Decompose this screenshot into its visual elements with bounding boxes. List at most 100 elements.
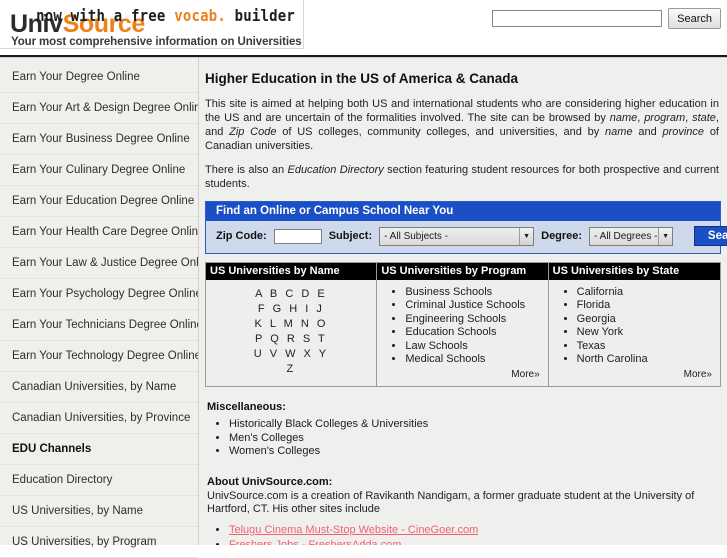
intro-paragraph-1: This site is aimed at helping both US an… xyxy=(205,97,719,153)
intro-emphasis-name: name xyxy=(609,112,638,124)
sidebar-item-law-justice[interactable]: Earn Your Law & Justice Degree Online xyxy=(0,248,198,279)
list-item[interactable]: Criminal Justice Schools xyxy=(405,299,541,312)
sidebar-heading-edu-channels: EDU Channels xyxy=(0,434,198,465)
column-by-program-body: Business Schools Criminal Justice School… xyxy=(377,280,547,386)
alphabet-row[interactable]: Z xyxy=(212,362,370,377)
list-item[interactable]: New York xyxy=(577,326,714,339)
column-by-program-heading: US Universities by Program xyxy=(377,263,548,280)
promo-text-after: builder xyxy=(225,7,295,26)
intro-emphasis-program: program xyxy=(644,112,686,124)
list-item[interactable]: North Carolina xyxy=(577,353,714,366)
column-by-program: US Universities by Program Business Scho… xyxy=(377,263,549,386)
about-title: About UnivSource.com: xyxy=(207,475,333,488)
intro-emphasis-name-2: name xyxy=(605,126,633,138)
about-links-list: Telugu Cinema Must-Stop Website - CineGo… xyxy=(205,523,721,545)
chevron-down-icon: ▼ xyxy=(658,227,673,245)
search-button[interactable]: Search xyxy=(668,8,721,29)
column-by-state-heading: US Universities by State xyxy=(548,263,720,280)
promo-text-accent: vocab. xyxy=(174,7,226,26)
degree-label: Degree: xyxy=(541,230,583,242)
more-states-link[interactable]: More» xyxy=(684,369,712,380)
sidebar-item-technicians[interactable]: Earn Your Technicians Degree Online xyxy=(0,310,198,341)
list-item[interactable]: California xyxy=(577,286,714,299)
header-search-form: Search xyxy=(492,8,721,29)
sidebar-navigation: Earn Your Degree Online Earn Your Art & … xyxy=(0,58,199,558)
list-item: Telugu Cinema Must-Stop Website - CineGo… xyxy=(229,523,721,537)
search-input[interactable] xyxy=(492,10,663,27)
list-item[interactable]: Georgia xyxy=(577,313,714,326)
miscellaneous-list: Historically Black Colleges & Universiti… xyxy=(205,418,721,459)
sidebar-item-art-design[interactable]: Earn Your Art & Design Degree Online xyxy=(0,93,198,124)
page-layout: Earn Your Degree Online Earn Your Art & … xyxy=(0,58,727,558)
zip-code-input[interactable] xyxy=(273,228,322,244)
list-item[interactable]: Florida xyxy=(577,299,714,312)
sidebar-item-business[interactable]: Earn Your Business Degree Online xyxy=(0,124,198,155)
finder-search-button[interactable]: Search xyxy=(694,226,727,246)
list-item[interactable]: Engineering Schools xyxy=(405,313,541,326)
list-item[interactable]: Medical Schools xyxy=(405,353,541,366)
list-item[interactable]: Women's Colleges xyxy=(229,445,721,459)
logo-banner[interactable]: UnivSource Your most comprehensive infor… xyxy=(0,0,304,49)
list-item[interactable]: Business Schools xyxy=(405,286,541,299)
column-by-state-body: California Florida Georgia New York Texa… xyxy=(549,280,720,386)
page-header: UnivSource Your most comprehensive infor… xyxy=(0,0,727,58)
promo-text-before: now with a free xyxy=(36,7,175,26)
intro-emphasis-province: province xyxy=(662,126,705,138)
intro-emphasis-state: state xyxy=(692,112,716,124)
alphabet-row[interactable]: P Q R S T xyxy=(212,332,370,347)
sidebar-item-us-by-program[interactable]: US Universities, by Program xyxy=(0,527,198,558)
page-title: Higher Education in the US of America & … xyxy=(205,71,519,86)
sidebar-item-psychology[interactable]: Earn Your Psychology Degree Online xyxy=(0,279,198,310)
vocab-builder-promo[interactable]: now with a free vocab. builder xyxy=(36,7,295,25)
zip-code-label: Zip Code: xyxy=(216,230,267,242)
finder-form-row: Zip Code: Subject: - All Subjects - ▼ De… xyxy=(206,221,727,253)
list-item[interactable]: Men's Colleges xyxy=(229,432,721,446)
sidebar-item-education-directory[interactable]: Education Directory xyxy=(0,465,198,496)
header-divider xyxy=(0,55,727,58)
column-by-name-heading: US Universities by Name xyxy=(206,263,377,280)
list-item: Freshers Jobs - FreshersAdda.com xyxy=(229,538,721,545)
degree-select-value: - All Degrees - xyxy=(590,227,659,245)
sidebar-item-education[interactable]: Earn Your Education Degree Online xyxy=(0,186,198,217)
sidebar-item-culinary[interactable]: Earn Your Culinary Degree Online xyxy=(0,155,198,186)
external-link-cinegoer[interactable]: Telugu Cinema Must-Stop Website - CineGo… xyxy=(229,524,478,536)
degree-select[interactable]: - All Degrees - ▼ xyxy=(589,226,674,246)
alphabet-row[interactable]: A B C D E xyxy=(212,287,370,302)
alphabet-row[interactable]: F G H I J xyxy=(212,302,370,317)
more-programs-link[interactable]: More» xyxy=(511,369,539,380)
subject-select-value: - All Subjects - xyxy=(380,227,520,245)
sidebar-item-canadian-by-province[interactable]: Canadian Universities, by Province xyxy=(0,403,198,434)
external-link-freshersadda[interactable]: Freshers Jobs - FreshersAdda.com xyxy=(229,539,401,545)
finder-panel-title: Find an Online or Campus School Near You xyxy=(206,202,720,221)
sidebar-item-degree-online[interactable]: Earn Your Degree Online xyxy=(0,62,198,93)
sidebar-item-technology[interactable]: Earn Your Technology Degree Online xyxy=(0,341,198,372)
alphabet-index: A B C D E F G H I J K L M N O P Q R S T … xyxy=(212,287,370,377)
list-item[interactable]: Education Schools xyxy=(405,326,541,339)
column-by-state: US Universities by State California Flor… xyxy=(548,263,720,386)
intro-emphasis-zipcode: Zip Code xyxy=(229,126,277,138)
intro-text-6: and xyxy=(632,126,663,138)
chevron-down-icon: ▼ xyxy=(519,227,534,245)
school-finder-panel: Find an Online or Campus School Near You… xyxy=(205,201,727,254)
column-by-name: US Universities by Name A B C D E F G H … xyxy=(206,263,378,386)
alphabet-row[interactable]: K L M N O xyxy=(212,317,370,332)
about-description: UnivSource.com is a creation of Ravikant… xyxy=(207,489,695,516)
miscellaneous-title: Miscellaneous: xyxy=(207,401,286,413)
state-list: California Florida Georgia New York Texa… xyxy=(555,286,714,366)
main-content: Higher Education in the US of America & … xyxy=(199,58,727,545)
list-item[interactable]: Law Schools xyxy=(405,340,541,353)
directory-columns: US Universities by Name A B C D E F G H … xyxy=(205,262,721,387)
sidebar-item-canadian-by-name[interactable]: Canadian Universities, by Name xyxy=(0,372,198,403)
column-by-name-body: A B C D E F G H I J K L M N O P Q R S T … xyxy=(206,280,376,386)
alphabet-row[interactable]: U V W X Y xyxy=(212,347,370,362)
intro2-emphasis-directory: Education Directory xyxy=(287,164,384,176)
sidebar-item-health-care[interactable]: Earn Your Health Care Degree Online xyxy=(0,217,198,248)
program-list: Business Schools Criminal Justice School… xyxy=(383,286,541,366)
list-item[interactable]: Texas xyxy=(577,340,714,353)
sidebar-item-us-by-name[interactable]: US Universities, by Name xyxy=(0,496,198,527)
list-item[interactable]: Historically Black Colleges & Universiti… xyxy=(229,418,721,432)
site-tagline: Your most comprehensive information on U… xyxy=(11,36,302,48)
subject-label: Subject: xyxy=(328,230,373,242)
intro-text-5: of US colleges, community colleges, and … xyxy=(276,126,606,138)
subject-select[interactable]: - All Subjects - ▼ xyxy=(379,226,535,246)
